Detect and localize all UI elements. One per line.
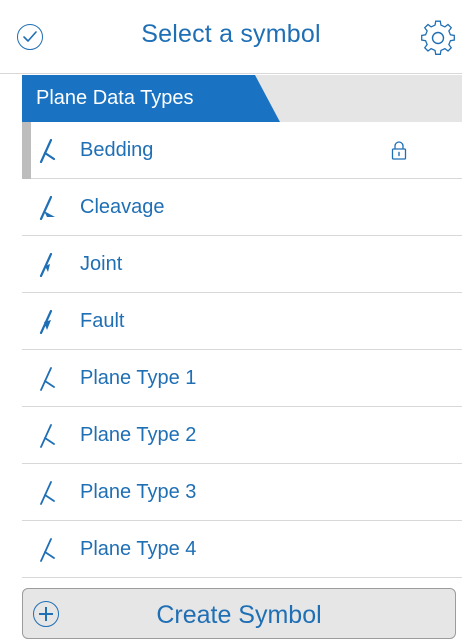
plane-symbol-icon <box>39 139 56 163</box>
plane-symbol-icon <box>39 310 53 334</box>
symbol-list: Bedding Cleavage Joint Fault Plane Type … <box>22 122 462 578</box>
plane-symbol-icon <box>40 424 55 448</box>
plane-symbol-icon <box>40 367 55 391</box>
list-item-cleavage[interactable]: Cleavage <box>22 179 462 236</box>
plane-symbol-icon <box>40 481 55 505</box>
list-item-label: Joint <box>80 253 123 275</box>
list-item-label: Plane Type 4 <box>80 538 197 560</box>
list-item-label: Plane Type 2 <box>80 424 197 446</box>
plane-symbol-icon <box>39 196 55 220</box>
list-item-plane-type-2[interactable]: Plane Type 2 <box>22 407 462 464</box>
create-symbol-button[interactable]: Create Symbol <box>22 588 456 639</box>
selected-indicator <box>22 122 31 179</box>
plane-symbol-icon <box>40 538 55 562</box>
list-item-label: Bedding <box>80 139 154 161</box>
lock-icon <box>391 141 407 160</box>
create-symbol-label: Create Symbol <box>156 601 322 629</box>
list-item-plane-type-1[interactable]: Plane Type 1 <box>22 350 462 407</box>
page-title: Select a symbol <box>141 20 321 48</box>
list-item-bedding[interactable]: Bedding <box>22 122 462 179</box>
gear-icon[interactable] <box>418 20 462 56</box>
list-item-label: Plane Type 1 <box>80 367 197 389</box>
list-item-fault[interactable]: Fault <box>22 293 462 350</box>
list-item-plane-type-3[interactable]: Plane Type 3 <box>22 464 462 521</box>
list-item-label: Fault <box>80 310 125 332</box>
section-label: Plane Data Types <box>36 87 194 109</box>
list-item-plane-type-4[interactable]: Plane Type 4 <box>22 521 462 578</box>
list-item-label: Cleavage <box>80 196 165 218</box>
list-item-label: Plane Type 3 <box>80 481 197 503</box>
section-tab: Plane Data Types <box>22 75 280 122</box>
list-item-joint[interactable]: Joint <box>22 236 462 293</box>
plane-symbol-icon <box>39 253 53 277</box>
section-header-bar: Plane Data Types <box>22 75 462 122</box>
navigation-header: Select a symbol <box>0 0 462 74</box>
